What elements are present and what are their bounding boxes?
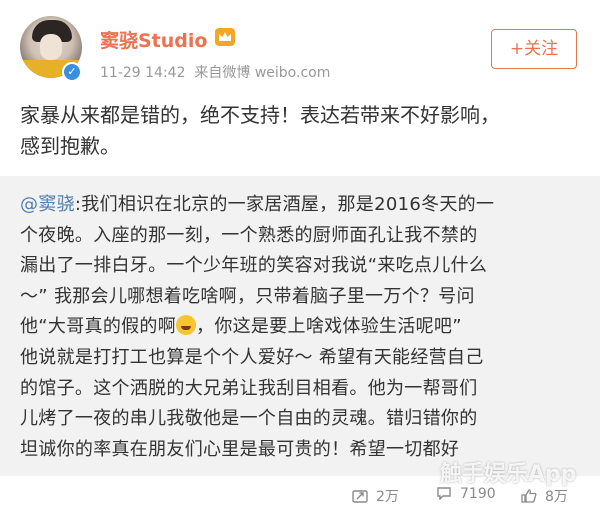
repost-line: @窦骁:我们相识在北京的一家居酒屋，那是2016冬天的一 <box>20 190 588 221</box>
mention-link[interactable]: @窦骁 <box>20 194 75 215</box>
reposted-content[interactable]: @窦骁:我们相识在北京的一家居酒屋，那是2016冬天的一 个夜晚。入座的那一刻，… <box>0 176 600 476</box>
repost-count: 2万 <box>376 489 399 505</box>
repost-text: :我们相识在北京的一家居酒屋，那是2016冬天的一 <box>74 194 495 215</box>
like-count: 8万 <box>545 489 568 505</box>
like-button[interactable]: 8万 <box>521 486 568 506</box>
post-text-line: 感到抱歉。 <box>20 134 120 158</box>
repost-line: 个夜晚。入座的那一刻，一个熟悉的厨师面孔让我不禁的 <box>20 224 478 246</box>
repost-line: 的馆子。这个洒脱的大兄弟让我刮目相看。他为一帮哥们 <box>20 377 478 399</box>
repost-line: ～” 我那会儿哪想着吃啥啊，只带着脑子里一万个？号问 <box>20 285 475 307</box>
repost-line: 漏出了一排白牙。一个少年班的笑容对我说“来吃点儿什么 <box>20 255 488 277</box>
post-source[interactable]: 来自微博 weibo.com <box>194 65 330 81</box>
follow-button[interactable]: +关注 <box>491 29 577 69</box>
repost-text: 他“大哥真的假的啊 <box>20 316 177 338</box>
verified-badge-icon: ✓ <box>62 62 82 82</box>
share-icon <box>352 490 368 503</box>
laugh-cry-emoji-icon <box>176 315 197 336</box>
thumbs-up-icon <box>521 489 537 503</box>
avatar-face <box>40 34 62 60</box>
repost-line: 他说就是打打工也算是个个人爱好～ 希望有天能经营自己 <box>20 346 484 368</box>
post-body: 家暴从来都是错的，绝不支持！表达若带来不好影响， 感到抱歉。 <box>20 100 585 162</box>
repost-button[interactable]: 2万 <box>352 486 399 506</box>
comment-button[interactable]: 7190 <box>436 486 496 502</box>
post-meta: 11-29 14:42 来自微博 weibo.com <box>100 62 330 82</box>
repost-line: 儿烤了一夜的串儿我敬他是一个自由的灵魂。错归错你的 <box>20 408 478 430</box>
post-text-line: 家暴从来都是错的，绝不支持！表达若带来不好影响， <box>20 103 500 127</box>
crown-icon <box>215 28 235 46</box>
post-header: ✓ 窦骁Studio 11-29 14:42 来自微博 weibo.com +关… <box>0 0 600 92</box>
username[interactable]: 窦骁Studio <box>100 26 207 53</box>
repost-body: @窦骁:我们相识在北京的一家居酒屋，那是2016冬天的一 个夜晚。入座的那一刻，… <box>20 190 588 465</box>
repost-text: ，你这是要上啥戏体验生活呢吧” <box>196 316 462 338</box>
watermark: 触手娱乐App <box>440 462 577 487</box>
repost-line: 他“大哥真的假的啊 ，你这是要上啥戏体验生活呢吧” <box>20 312 588 343</box>
comment-icon <box>437 487 451 500</box>
timestamp: 11-29 14:42 <box>100 65 186 81</box>
comment-count: 7190 <box>460 486 496 502</box>
